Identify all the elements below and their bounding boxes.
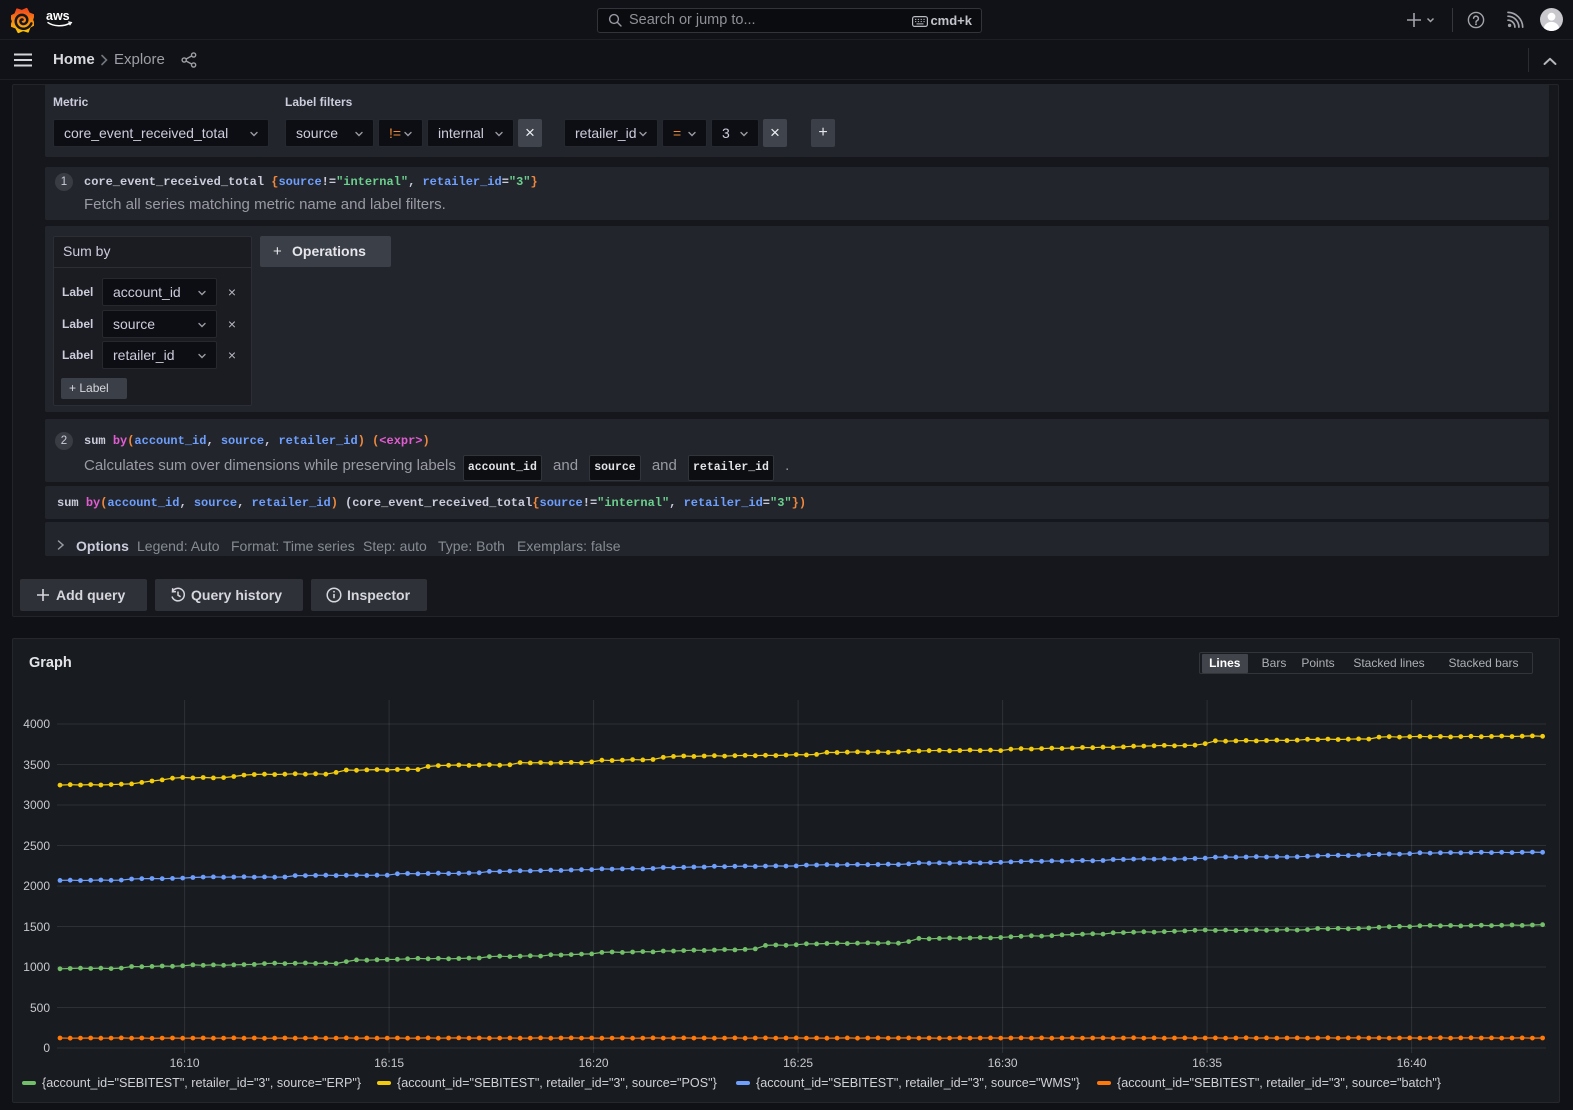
- svg-text:aws: aws: [46, 10, 70, 23]
